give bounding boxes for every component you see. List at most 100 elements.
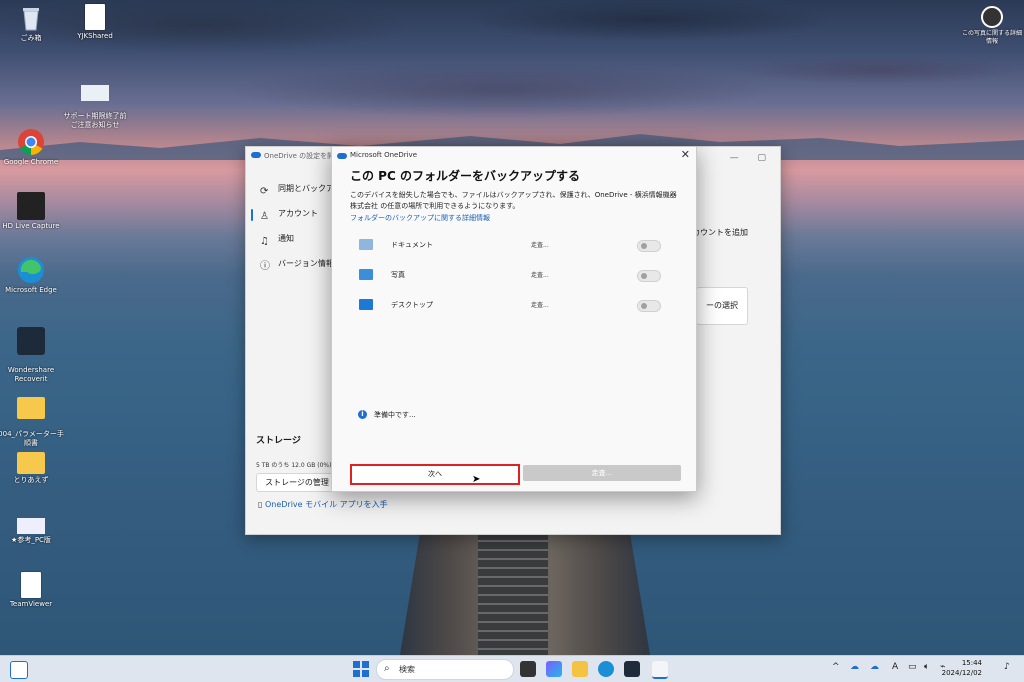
clock-date: 2024/12/02 [941,669,982,677]
nav-label: 通知 [278,234,294,243]
taskbar-search[interactable]: ⌕ 検索 [376,659,514,680]
storage-usage: 5 TB のうち 12.0 GB (0%) [256,462,332,469]
choose-folder-button[interactable]: ーの選択 [696,287,748,325]
chrome-shortcut[interactable]: Google Chrome [0,128,66,167]
desktop-icon-label: とりあえず [13,476,49,484]
folder-row-pictures: 写真 走査... [359,266,669,284]
onedrive-tray-icon[interactable]: ☁ [850,662,859,672]
manage-storage-label: ストレージの管理 [265,478,329,487]
search-icon: ⌕ [384,663,390,674]
pictures-folder-icon [359,269,373,280]
person-icon: ♙ [260,211,269,222]
info-icon: i [358,410,367,419]
store-icon[interactable] [624,661,640,677]
edge-icon[interactable] [598,661,614,677]
add-account-label: カウントを追加 [692,228,748,237]
yjkshared-shortcut[interactable]: YJKShared [60,4,130,41]
search-placeholder: 検索 [399,665,415,674]
hd-live-capture-shortcut[interactable]: HD Live Capture [0,192,66,231]
recoverit-icon [17,327,45,355]
edge-icon [17,256,45,284]
storage-heading: ストレージ [256,436,301,446]
folder-status: 走査... [531,272,549,279]
teamviewer-shortcut[interactable]: TeamViewer [0,572,66,609]
edge-shortcut[interactable]: Microsoft Edge [0,256,66,295]
folder-name: 写真 [391,271,405,279]
backup-details-link[interactable]: フォルダーのバックアップに関する詳細情報 [350,213,490,223]
taskbar: ⌕ 検索 ^ ☁ ☁ A ▭ 🔈︎ ⌁ 15:44 2024/12/02 ♪ [0,655,1024,682]
volume-icon[interactable]: 🔈︎ [924,662,929,672]
start-button[interactable] [353,661,369,677]
onedrive-tray-icon-2[interactable]: ☁ [870,662,879,672]
wallpaper-clouds [0,0,1024,150]
add-account-button[interactable]: カウントを追加 [691,223,749,243]
param-folder-shortcut[interactable]: 004_パラメーター手 順書 [0,384,66,457]
dialog-heading: この PC のフォルダーをバックアップする [350,169,580,183]
widgets-icon[interactable] [10,661,28,679]
onedrive-cloud-icon [251,152,261,158]
sync-icon: ⟳ [260,186,269,197]
capture-app-icon [17,192,45,220]
onedrive-app-icon[interactable] [652,661,668,679]
phone-icon: ▯ [258,500,263,509]
nav-selection-indicator [251,209,253,221]
manage-storage-button[interactable]: ストレージの管理 [256,473,338,492]
copilot-icon[interactable] [546,661,562,677]
taskbar-clock[interactable]: 15:44 2024/12/02 [942,658,982,678]
backup-toggle[interactable] [637,300,661,312]
image-file-icon [81,85,109,101]
mobile-app-link[interactable]: ▯ OneDrive モバイル アプリを入手 [258,499,388,510]
mobile-app-link-label: OneDrive モバイル アプリを入手 [264,500,388,509]
dialog-description: このデバイスを紛失した場合でも、ファイルはバックアップされ、保護され、OneDr… [350,191,677,210]
desktop-icon-label: 004_パラメーター手 順書 [0,430,64,447]
dialog-app-title: Microsoft OneDrive [350,151,417,159]
window-controls[interactable]: — ▢ [730,149,774,167]
backup-toggle[interactable] [637,270,661,282]
choose-folder-label: ーの選択 [706,301,738,310]
backup-folders-dialog: Microsoft OneDrive ✕ この PC のフォルダーをバックアップ… [331,146,697,492]
folder-icon [17,397,45,419]
desktop-folder-icon [359,299,373,310]
settings-title: OneDrive の設定を開 [264,152,335,160]
image-file-icon [17,518,45,534]
backup-toggle[interactable] [637,240,661,252]
keyboard-icon[interactable]: ▭ [908,662,917,672]
recycle-bin-icon [17,4,45,32]
desktop-icon-label: Google Chrome [3,158,59,166]
recoverit-shortcut[interactable]: Wondershare Recoverit [0,318,66,393]
chevron-up-icon[interactable]: ^ [832,662,840,672]
mouse-cursor-icon: ➤ [472,474,481,485]
nav-label: アカウント [278,209,318,218]
folder-name: デスクトップ [391,301,433,309]
document-icon [85,4,105,30]
desktop-icon-label: HD Live Capture [2,222,60,230]
ime-indicator[interactable]: A [892,662,898,672]
folder-icon [17,452,45,474]
info-icon: ⓘ [260,261,270,272]
desktop-icon-label: Wondershare Recoverit [7,366,55,383]
folder-row-desktop: デスクトップ 走査... [359,296,669,314]
clock-time: 15:44 [961,659,982,667]
documents-folder-icon [359,239,373,250]
scanning-button[interactable]: 走査... [523,465,681,481]
support-notice-shortcut[interactable]: サポート期限終了前 ご注意お知らせ [60,76,130,139]
toriaezu-folder-shortcut[interactable]: とりあえず [0,448,66,485]
recycle-bin-shortcut[interactable]: ごみ箱 [0,4,66,43]
photo-info-widget[interactable]: この写真に関する詳細情報 [960,6,1024,46]
nav-label: バージョン情報 [278,259,334,268]
next-button[interactable]: 次へ [350,464,520,485]
task-view-icon[interactable] [520,661,536,677]
close-icon[interactable]: ✕ [681,148,690,161]
reference-pc-shortcut[interactable]: ★参考_PC版 [0,518,66,545]
desktop-icon-label: サポート期限終了前 ご注意お知らせ [63,112,127,129]
photo-info-label: この写真に関する詳細情報 [961,30,1022,45]
camera-icon [981,6,1003,28]
folder-status: 走査... [531,302,549,309]
folder-row-documents: ドキュメント 走査... [359,236,669,254]
notification-bell-icon[interactable]: ♪ [1004,662,1010,672]
file-explorer-icon[interactable] [572,661,588,677]
desktop-icon-label: Microsoft Edge [5,286,57,294]
chrome-icon [17,128,45,156]
folder-status: 走査... [531,242,549,249]
desktop-icon-label: TeamViewer [9,600,53,608]
